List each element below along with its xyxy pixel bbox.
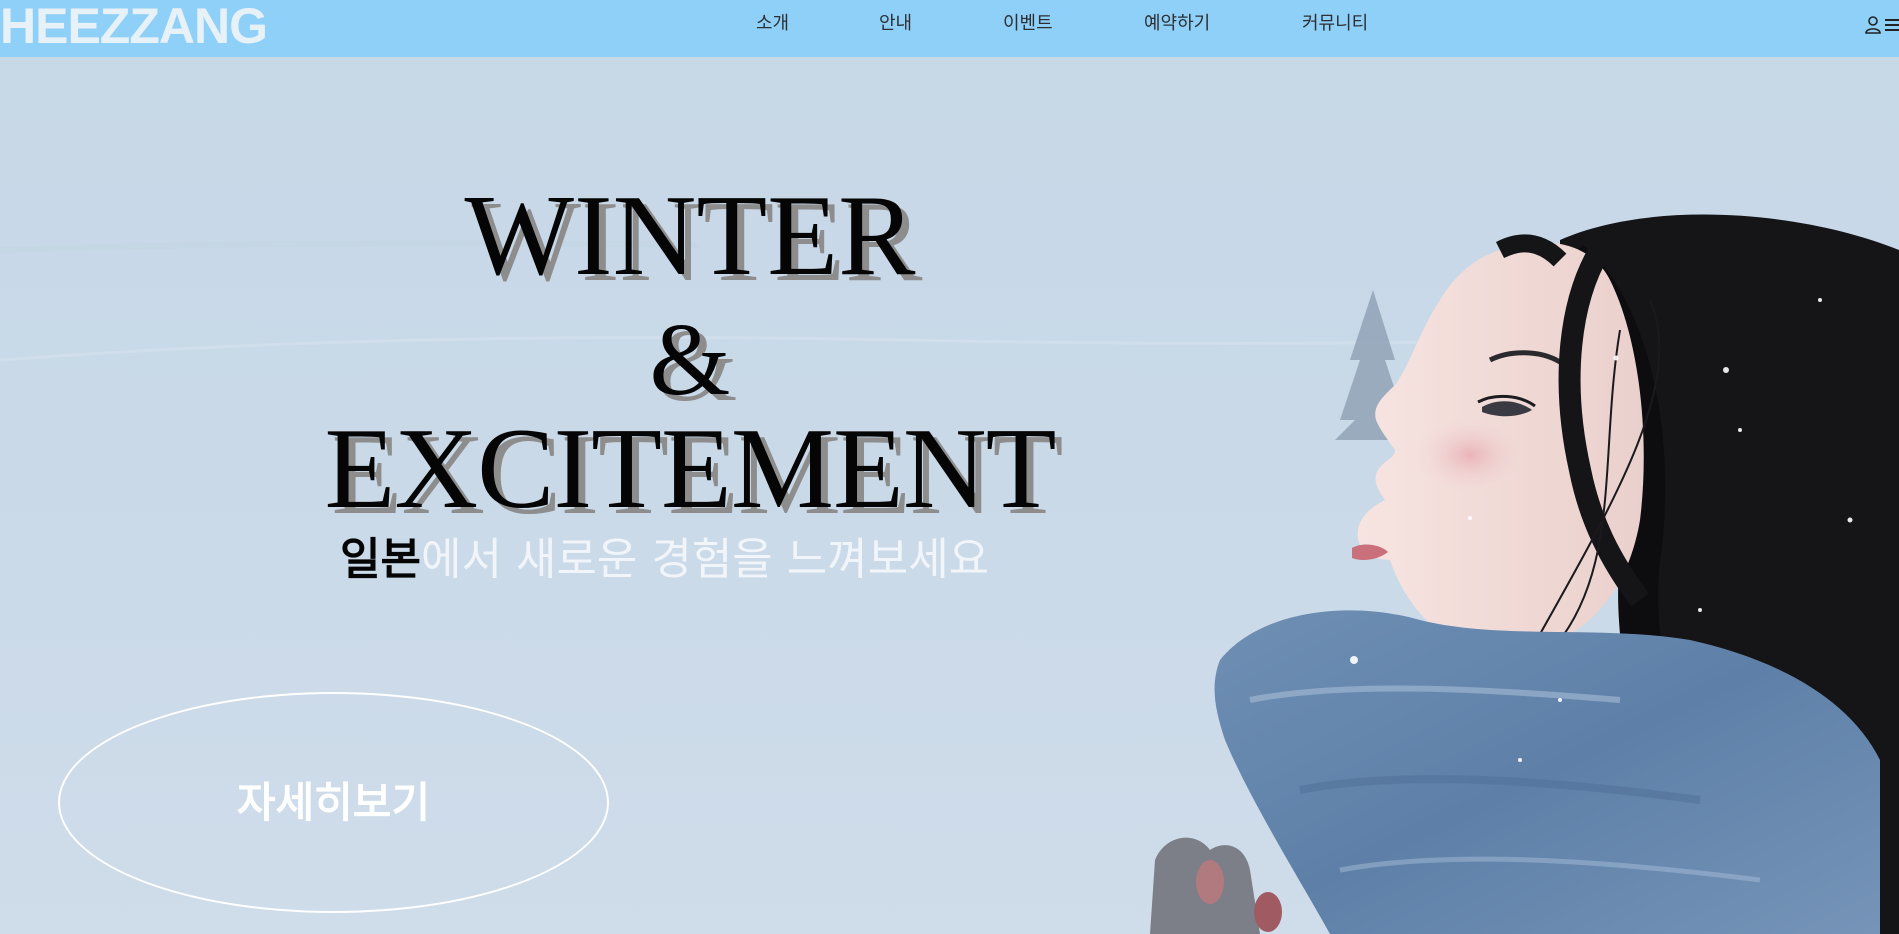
user-icon[interactable]	[1864, 15, 1882, 35]
hero-headline-line1: WINTER	[464, 172, 916, 300]
hero-headline-line2: &	[649, 302, 731, 417]
nav-item-reservation[interactable]: 예약하기	[1144, 0, 1210, 48]
landing-page: HEEZZANG 소개 안내 이벤트 예약하기 커뮤니티 WINTER & EX…	[0, 0, 1899, 934]
top-navigation-bar: HEEZZANG 소개 안내 이벤트 예약하기 커뮤니티	[0, 0, 1899, 57]
nav-item-event[interactable]: 이벤트	[1003, 0, 1053, 48]
brand-logo[interactable]: HEEZZANG	[0, 0, 268, 52]
hero-headline-line3: EXCITEMENT	[324, 405, 1057, 533]
subtitle-text: 에서 새로운 경험을 느껴보세요	[420, 534, 990, 585]
hero-subtitle: 일본에서 새로운 경험을 느껴보세요	[340, 530, 989, 590]
subtitle-highlight: 일본	[340, 534, 421, 585]
more-details-label: 자세히보기	[236, 778, 431, 827]
nav-item-intro[interactable]: 소개	[756, 0, 789, 48]
menu-icon[interactable]	[1884, 15, 1899, 35]
nav-item-community[interactable]: 커뮤니티	[1302, 0, 1368, 48]
more-details-button[interactable]: 자세히보기	[58, 692, 609, 913]
nav-item-guide[interactable]: 안내	[879, 0, 912, 48]
